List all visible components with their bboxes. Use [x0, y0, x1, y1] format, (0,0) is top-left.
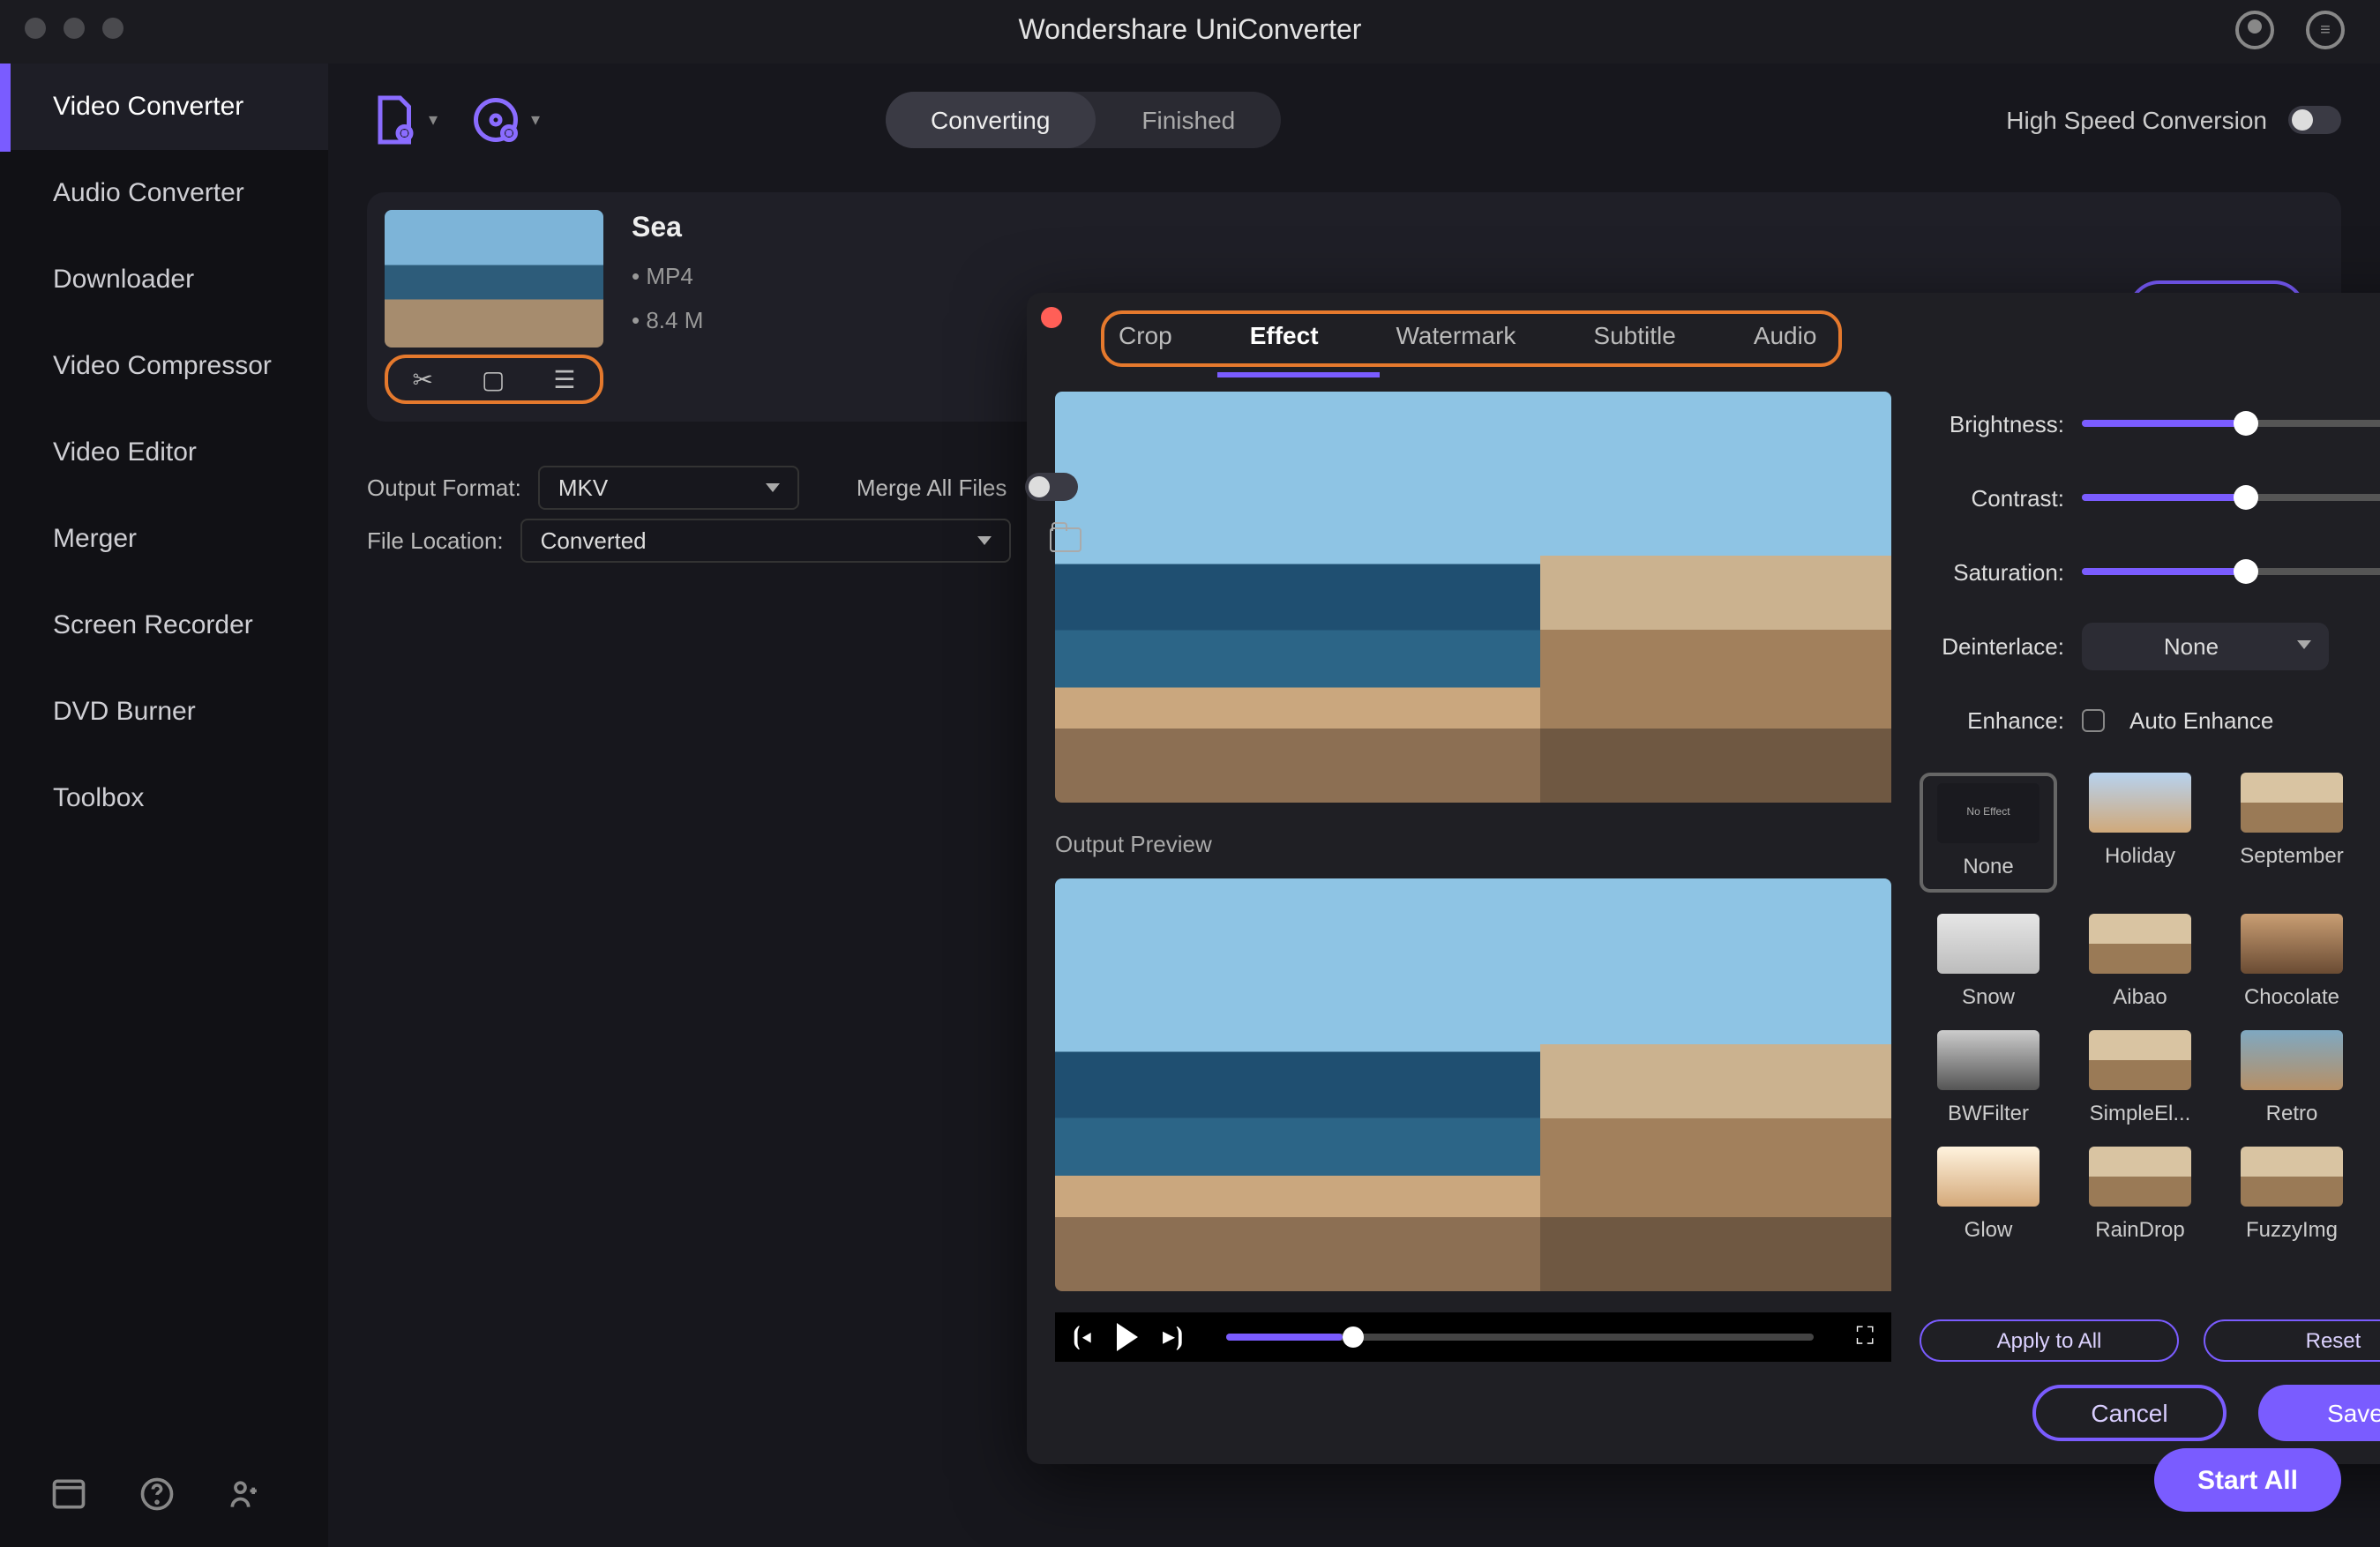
window-controls[interactable]: [25, 18, 123, 39]
effect-simpleel[interactable]: SimpleEl...: [2071, 1030, 2209, 1125]
file-location-select[interactable]: Converted: [521, 518, 1012, 562]
titlebar: Wondershare UniConverter ≡: [0, 0, 2380, 64]
sidebar-item-audio-converter[interactable]: Audio Converter: [0, 150, 328, 236]
tab-converting[interactable]: Converting: [885, 91, 1096, 147]
add-file-button[interactable]: ▾: [367, 93, 420, 146]
max-dot-icon[interactable]: [102, 18, 123, 39]
crop-icon[interactable]: ▢: [482, 364, 505, 394]
prev-frame-icon[interactable]: ⦗◂: [1073, 1322, 1092, 1352]
source-preview: [1055, 392, 1891, 803]
reset-button[interactable]: Reset: [2204, 1319, 2380, 1362]
window-title: Wondershare UniConverter: [1019, 16, 1362, 48]
effect-icon[interactable]: ☰: [553, 364, 575, 394]
output-preview-label: Output Preview: [1055, 832, 1891, 858]
output-preview: [1055, 879, 1891, 1291]
effect-glow[interactable]: Glow: [1920, 1147, 2057, 1242]
effect-dialog: Crop Effect Watermark Subtitle Audio Out…: [1027, 293, 2380, 1464]
play-icon[interactable]: [1117, 1323, 1138, 1351]
effect-snow[interactable]: Snow: [1920, 914, 2057, 1009]
high-speed-label: High Speed Conversion: [2006, 105, 2267, 133]
fullscreen-icon[interactable]: ⛶: [1856, 1322, 1874, 1352]
deinterlace-label: Deinterlace:: [1920, 632, 2064, 659]
file-title: Sea: [632, 213, 703, 245]
tab-effect[interactable]: Effect: [1246, 314, 1322, 356]
sidebar-item-downloader[interactable]: Downloader: [0, 236, 328, 323]
effect-retro[interactable]: Retro: [2223, 1030, 2361, 1125]
sidebar-item-merger[interactable]: Merger: [0, 496, 328, 582]
cancel-button[interactable]: Cancel: [2032, 1385, 2227, 1441]
sidebar-item-toolbox[interactable]: Toolbox: [0, 755, 328, 841]
output-format-select[interactable]: MKV: [539, 465, 800, 509]
saturation-slider[interactable]: [2082, 568, 2380, 575]
effect-september[interactable]: September: [2223, 773, 2361, 893]
effect-bwfilter[interactable]: BWFilter: [1920, 1030, 2057, 1125]
auto-enhance-text: Auto Enhance: [2129, 706, 2273, 733]
tab-watermark[interactable]: Watermark: [1393, 314, 1520, 356]
effect-chocolate[interactable]: Chocolate: [2223, 914, 2361, 1009]
next-frame-icon[interactable]: ▸⦘: [1163, 1322, 1183, 1352]
help-icon[interactable]: [138, 1475, 176, 1513]
tab-subtitle[interactable]: Subtitle: [1590, 314, 1679, 356]
saturation-label: Saturation:: [1920, 558, 2064, 585]
brightness-slider[interactable]: [2082, 420, 2380, 427]
effect-holiday[interactable]: Holiday: [2071, 773, 2209, 893]
effects-grid: No EffectNone Holiday September Snow Aib…: [1920, 773, 2380, 1242]
chevron-down-icon: ▾: [429, 110, 438, 130]
sidebar: Video Converter Audio Converter Download…: [0, 64, 328, 1547]
seek-slider[interactable]: [1225, 1334, 1814, 1341]
deinterlace-select[interactable]: None: [2082, 622, 2329, 669]
merge-toggle[interactable]: [1024, 473, 1077, 501]
file-thumbnail: [385, 210, 603, 348]
effect-none[interactable]: No EffectNone: [1920, 773, 2057, 893]
apply-to-all-button[interactable]: Apply to All: [1920, 1319, 2179, 1362]
edit-tools-highlight: ✂ ▢ ☰: [385, 355, 603, 404]
tab-finished[interactable]: Finished: [1096, 91, 1281, 147]
output-format-label: Output Format:: [367, 474, 521, 500]
file-format: MP4: [646, 263, 692, 289]
feedback-icon[interactable]: [226, 1475, 265, 1513]
effect-raindrop[interactable]: RainDrop: [2071, 1147, 2209, 1242]
tab-crop[interactable]: Crop: [1115, 314, 1176, 356]
effect-aibao[interactable]: Aibao: [2071, 914, 2209, 1009]
open-folder-icon[interactable]: [1051, 527, 1082, 552]
file-size: 8.4 M: [646, 307, 703, 333]
brightness-label: Brightness:: [1920, 410, 2064, 437]
sidebar-item-video-compressor[interactable]: Video Compressor: [0, 323, 328, 409]
contrast-label: Contrast:: [1920, 484, 2064, 511]
tutorial-icon[interactable]: [49, 1475, 88, 1513]
main-panel: ▾ ▾ Converting Finished High Speed Conve…: [328, 64, 2380, 1547]
auto-enhance-checkbox[interactable]: [2082, 708, 2105, 731]
add-disc-button[interactable]: ▾: [469, 93, 522, 146]
min-dot-icon[interactable]: [64, 18, 85, 39]
sidebar-item-video-editor[interactable]: Video Editor: [0, 409, 328, 496]
trim-icon[interactable]: ✂: [412, 364, 432, 394]
high-speed-toggle[interactable]: [2288, 105, 2341, 133]
sidebar-item-dvd-burner[interactable]: DVD Burner: [0, 669, 328, 755]
save-button[interactable]: Save: [2258, 1385, 2380, 1441]
file-location-label: File Location:: [367, 527, 504, 553]
close-dot-icon[interactable]: [25, 18, 46, 39]
tab-audio[interactable]: Audio: [1750, 314, 1821, 356]
start-all-button[interactable]: Start All: [2154, 1448, 2341, 1512]
merge-label: Merge All Files: [857, 474, 1007, 500]
sidebar-item-video-converter[interactable]: Video Converter: [0, 64, 328, 150]
sidebar-item-screen-recorder[interactable]: Screen Recorder: [0, 582, 328, 669]
menu-icon[interactable]: ≡: [2306, 11, 2345, 49]
chevron-down-icon: ▾: [531, 110, 540, 130]
effect-fuzzyimg[interactable]: FuzzyImg: [2223, 1147, 2361, 1242]
player-bar: ⦗◂ ▸⦘ ⛶: [1055, 1312, 1891, 1362]
account-icon[interactable]: [2235, 11, 2274, 49]
status-segment: Converting Finished: [885, 91, 1281, 147]
contrast-slider[interactable]: [2082, 494, 2380, 501]
enhance-label: Enhance:: [1920, 706, 2064, 733]
